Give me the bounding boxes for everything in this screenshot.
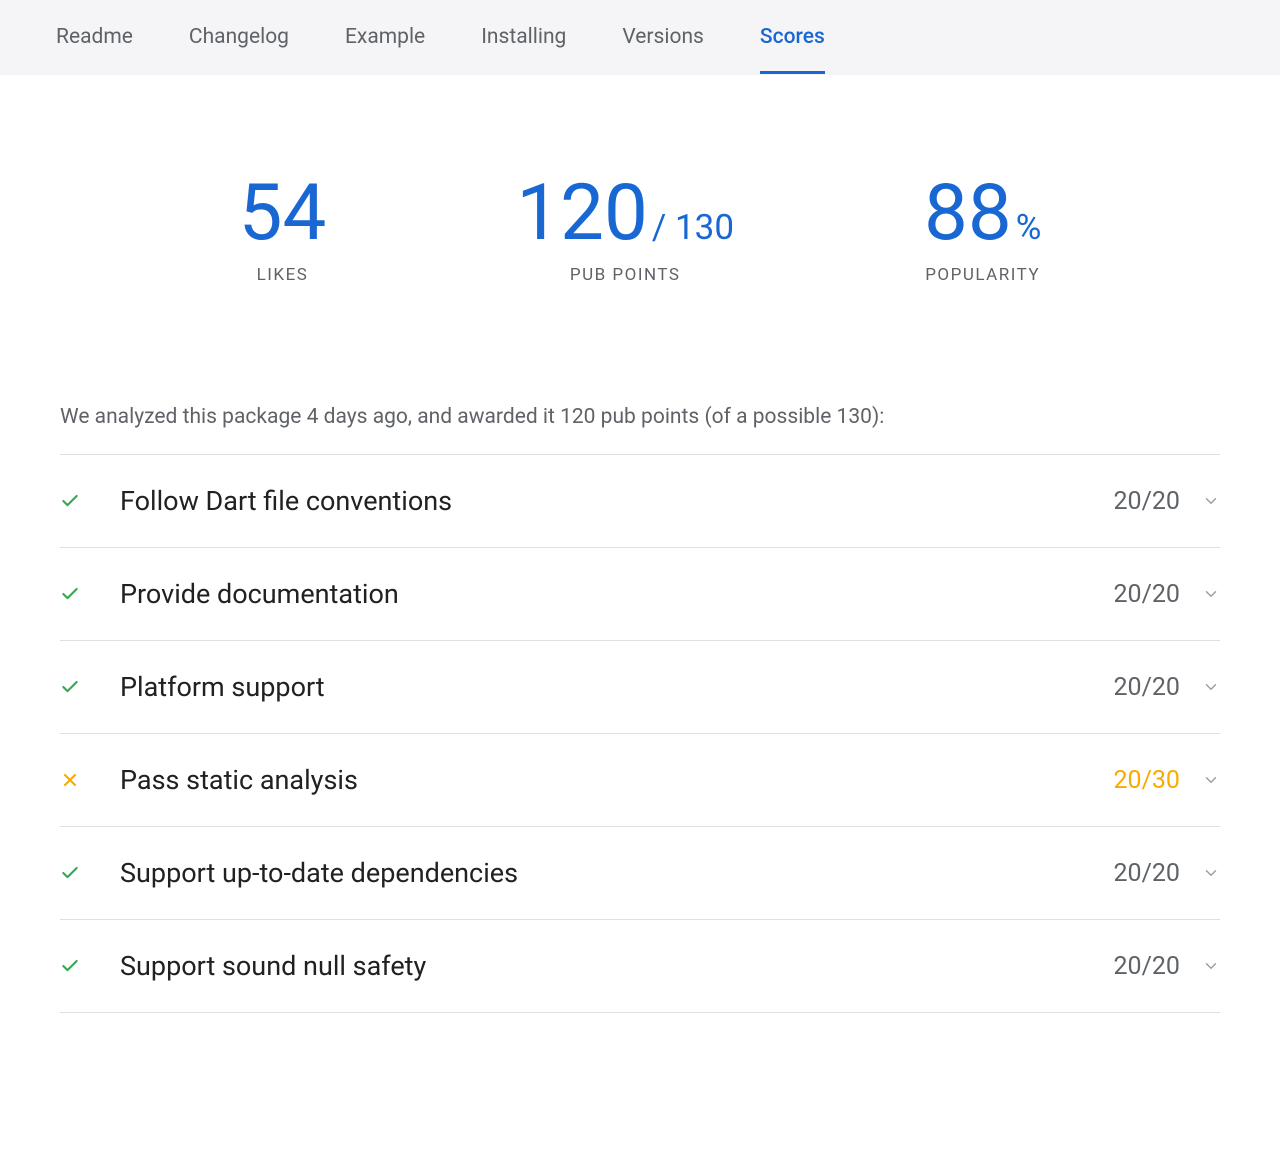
criteria-title: Pass static analysis [120,764,1113,796]
criteria-row[interactable]: Provide documentation20/20 [60,548,1220,641]
criteria-row[interactable]: Follow Dart file conventions20/20 [60,455,1220,548]
chevron-down-icon [1202,678,1220,696]
tab-changelog[interactable]: Changelog [161,0,317,74]
likes-block[interactable]: 54 LIKES [239,175,327,285]
criteria-row[interactable]: Support sound null safety20/20 [60,920,1220,1013]
likes-value: 54 [239,168,327,259]
criteria-score: 20/20 [1113,580,1180,609]
chevron-down-icon [1202,957,1220,975]
criteria-title: Platform support [120,671,1113,703]
tab-versions[interactable]: Versions [594,0,732,74]
criteria-score: 20/20 [1113,859,1180,888]
pubpoints-label: PUB POINTS [516,265,734,285]
popularity-value: 88 [924,168,1012,259]
cross-icon [60,770,86,790]
tab-installing[interactable]: Installing [453,0,594,74]
criteria-score: 20/20 [1113,673,1180,702]
pubpoints-value: 120 [516,168,648,259]
popularity-block[interactable]: 88% POPULARITY [924,175,1041,285]
criteria-score: 20/20 [1113,952,1180,981]
criteria-title: Provide documentation [120,578,1113,610]
chevron-down-icon [1202,492,1220,510]
chevron-down-icon [1202,771,1220,789]
pubpoints-block[interactable]: 120/ 130 PUB POINTS [516,175,734,285]
criteria-title: Support up-to-date dependencies [120,857,1113,889]
scores-summary: 54 LIKES 120/ 130 PUB POINTS 88% POPULAR… [60,75,1220,345]
pubpoints-max: / 130 [652,207,734,248]
check-icon [60,491,86,511]
popularity-label: POPULARITY [924,265,1041,285]
criteria-score: 20/20 [1113,487,1180,516]
check-icon [60,863,86,883]
tab-scores[interactable]: Scores [732,0,853,74]
criteria-title: Follow Dart file conventions [120,485,1113,517]
criteria-row[interactable]: Platform support20/20 [60,641,1220,734]
tab-readme[interactable]: Readme [28,0,161,74]
criteria-list: Follow Dart file conventions20/20Provide… [60,454,1220,1013]
check-icon [60,956,86,976]
criteria-row[interactable]: Pass static analysis20/30 [60,734,1220,827]
check-icon [60,584,86,604]
tab-bar: Readme Changelog Example Installing Vers… [0,0,1280,75]
chevron-down-icon [1202,864,1220,882]
likes-label: LIKES [239,265,327,285]
chevron-down-icon [1202,585,1220,603]
criteria-row[interactable]: Support up-to-date dependencies20/20 [60,827,1220,920]
analysis-summary-text: We analyzed this package 4 days ago, and… [60,405,1220,429]
criteria-title: Support sound null safety [120,950,1113,982]
criteria-score: 20/30 [1113,766,1180,795]
popularity-suffix: % [1016,207,1042,248]
check-icon [60,677,86,697]
tab-example[interactable]: Example [317,0,453,74]
